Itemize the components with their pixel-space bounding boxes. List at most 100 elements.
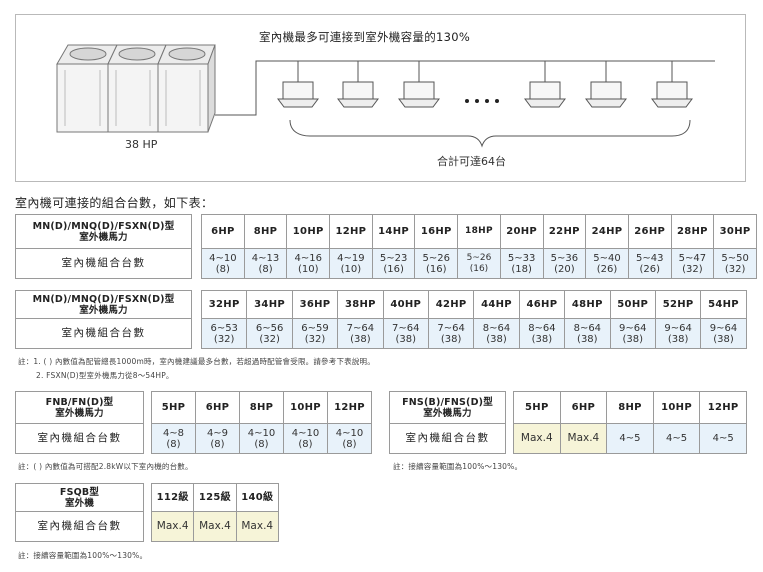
combo-cell: 8~64 (38) xyxy=(473,318,520,349)
spacer xyxy=(505,391,514,424)
combo-cell: 9~64 (38) xyxy=(700,318,747,349)
row-label: 室內機組合台數 xyxy=(15,248,192,279)
spacer xyxy=(191,248,202,279)
note: 註：接續容量範圍為100%～130%。 xyxy=(18,551,148,560)
spacer xyxy=(143,483,152,512)
header-caption: 室外機馬力 xyxy=(79,231,128,243)
hp-cell: 48HP xyxy=(564,290,611,319)
indoor-unit-icon xyxy=(651,81,693,108)
combo-cell: 7~64 (38) xyxy=(382,318,429,349)
row-label: 室內機組合台數 xyxy=(389,423,506,454)
ellipsis-dots-icon xyxy=(465,99,499,103)
indoor-unit-icon xyxy=(524,81,566,108)
hp-cell: 26HP xyxy=(627,214,672,249)
combo-cell: Max.4 xyxy=(235,511,279,542)
combo-cell: Max.4 xyxy=(559,423,608,454)
combo-cell: 5~50 (32) xyxy=(713,248,757,279)
combo-cell: 4~10 (8) xyxy=(201,248,245,279)
spacer xyxy=(143,423,152,454)
fns-series-table: FNS(B)/FNS(D)型 室外機馬力 5HP 6HP 8HP 10HP 12… xyxy=(389,391,747,454)
combo-cell: 5~23 (16) xyxy=(371,248,416,279)
hp-cell: 24HP xyxy=(585,214,629,249)
spacer xyxy=(143,511,152,542)
grade-cell: 112級 xyxy=(150,483,195,512)
hp-cell: 18HP xyxy=(457,214,501,249)
combo-cell: 4~10 (8) xyxy=(327,423,372,454)
combo-cell: 5~47 (32) xyxy=(670,248,715,279)
table-header: FNS(B)/FNS(D)型 室外機馬力 xyxy=(389,391,506,424)
header-caption: 室外機馬力 xyxy=(79,304,128,316)
mn-series-table-2: MN(D)/MNQ(D)/FSXN(D)型 室外機馬力 32HP 34HP 36… xyxy=(15,290,747,349)
spacer xyxy=(191,318,202,349)
indoor-unit-icon xyxy=(398,81,440,108)
hp-cell: 14HP xyxy=(371,214,416,249)
hp-cell: 40HP xyxy=(382,290,429,319)
fsqb-series-table: FSQB型 室外機 112級 125級 140級 室內機組合台數 Max.4 M… xyxy=(15,483,279,542)
row-label: 室內機組合台數 xyxy=(15,423,144,454)
combo-cell: 5~40 (26) xyxy=(585,248,629,279)
hp-cell: 6HP xyxy=(195,391,240,424)
mn-series-table-1: MN(D)/MNQ(D)/FSXN(D)型 室外機馬力 6HP 8HP 10HP… xyxy=(15,214,757,279)
combo-cell: 4~10 (8) xyxy=(283,423,328,454)
combo-cell: 5~26 (16) xyxy=(414,248,459,279)
combo-cell: 5~36 (20) xyxy=(542,248,587,279)
hp-cell: 6HP xyxy=(559,391,608,424)
hp-cell: 12HP xyxy=(327,391,372,424)
combo-cell: 9~64 (38) xyxy=(654,318,702,349)
combo-cell: 5~26 (16) xyxy=(457,248,501,279)
note: 2. FSXN(D)型室外機馬力從8～54HP。 xyxy=(36,371,174,380)
hp-cell: 54HP xyxy=(700,290,747,319)
combo-cell: 4~9 (8) xyxy=(195,423,240,454)
hp-cell: 38HP xyxy=(337,290,384,319)
combo-cell: 5~33 (18) xyxy=(499,248,544,279)
hp-cell: 5HP xyxy=(151,391,196,424)
table-header: MN(D)/MNQ(D)/FSXN(D)型 室外機馬力 xyxy=(15,214,192,249)
hp-cell: 44HP xyxy=(473,290,520,319)
combo-cell: 6~56 (32) xyxy=(246,318,293,349)
table-header: FNB/FN(D)型 室外機馬力 xyxy=(15,391,144,424)
note: 註：( ) 內數值為可搭配2.8kW以下室內機的台數。 xyxy=(18,462,193,471)
table-header: MN(D)/MNQ(D)/FSXN(D)型 室外機馬力 xyxy=(15,290,192,319)
combo-cell: 7~64 (38) xyxy=(337,318,384,349)
combo-cell: 8~64 (38) xyxy=(518,318,566,349)
series-name: MN(D)/MNQ(D)/FSXN(D)型 xyxy=(32,293,175,305)
combo-cell: 4~16 (10) xyxy=(286,248,331,279)
combo-cell: 4~13 (8) xyxy=(243,248,288,279)
combo-cell: Max.4 xyxy=(513,423,561,454)
hp-cell: 20HP xyxy=(499,214,544,249)
note: 註：接續容量範圍為100%～130%。 xyxy=(393,462,523,471)
row-label: 室內機組合台數 xyxy=(15,318,192,349)
series-name: FNS(B)/FNS(D)型 xyxy=(402,396,493,408)
combo-cell: 4~19 (10) xyxy=(329,248,373,279)
combo-cell: Max.4 xyxy=(193,511,237,542)
hp-cell: 32HP xyxy=(200,290,248,319)
header-caption: 室外機馬力 xyxy=(55,407,104,419)
outdoor-capacity-label: 38 HP xyxy=(125,138,158,151)
combo-cell: 4~8 (8) xyxy=(151,423,196,454)
hp-cell: 10HP xyxy=(283,391,328,424)
combo-cell: 4~10 (8) xyxy=(239,423,284,454)
combo-cell: 4~5 xyxy=(652,423,701,454)
combo-cell: 8~64 (38) xyxy=(564,318,611,349)
hp-cell: 50HP xyxy=(609,290,656,319)
hp-cell: 42HP xyxy=(427,290,475,319)
hp-cell: 52HP xyxy=(654,290,702,319)
combo-cell: 7~64 (38) xyxy=(427,318,475,349)
hp-cell: 16HP xyxy=(414,214,459,249)
series-name: FSQB型 xyxy=(59,486,100,498)
combo-cell: 6~59 (32) xyxy=(291,318,339,349)
combo-cell: 4~5 xyxy=(606,423,654,454)
combo-cell: 6~53 (32) xyxy=(200,318,248,349)
hp-cell: 28HP xyxy=(670,214,715,249)
combo-cell: 4~5 xyxy=(699,423,747,454)
hp-cell: 30HP xyxy=(713,214,757,249)
diagram-title: 室內機最多可連接到室外機容量的130% xyxy=(259,30,471,44)
hp-cell: 46HP xyxy=(518,290,566,319)
spacer xyxy=(505,423,514,454)
hp-cell: 8HP xyxy=(606,391,654,424)
table-header: FSQB型 室外機 xyxy=(15,483,144,512)
grade-cell: 140級 xyxy=(235,483,279,512)
hp-cell: 5HP xyxy=(513,391,561,424)
header-caption: 室外機馬力 xyxy=(423,407,472,419)
hp-cell: 36HP xyxy=(291,290,339,319)
